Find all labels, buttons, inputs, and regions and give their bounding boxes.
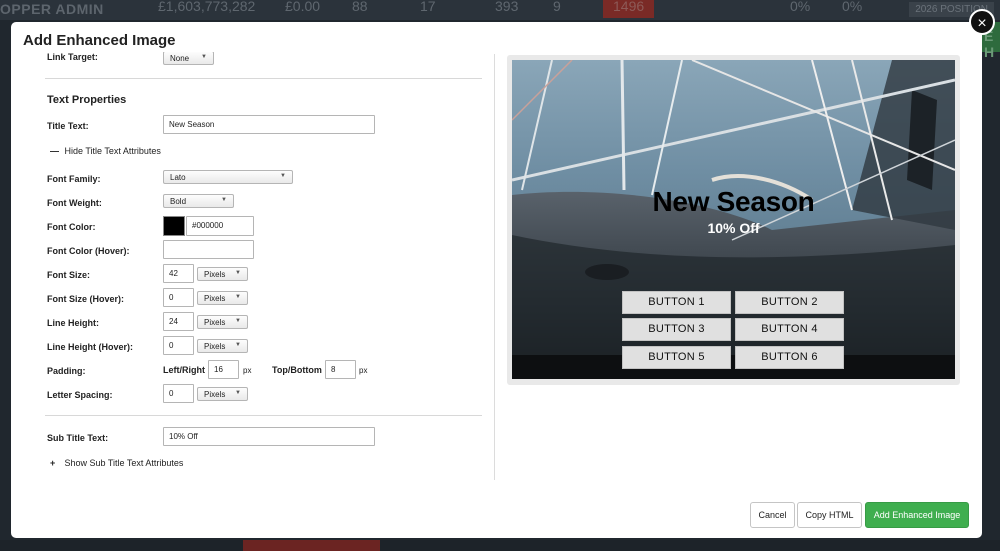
preview-button-6[interactable]: BUTTON 6 bbox=[735, 346, 844, 369]
font-weight-label: Font Weight: bbox=[47, 198, 102, 208]
brand-name: OPPER ADMIN bbox=[0, 1, 104, 17]
font-family-label: Font Family: bbox=[47, 174, 101, 184]
letter-spacing-label: Letter Spacing: bbox=[47, 390, 113, 400]
padding-top-bottom-label: Top/Bottom bbox=[272, 365, 322, 375]
text-properties-title: Text Properties bbox=[47, 94, 127, 106]
stat-value: 88 bbox=[352, 0, 368, 14]
link-target-value: None bbox=[170, 54, 190, 63]
chevron-down-icon: ▼ bbox=[235, 318, 241, 324]
preview-button-5[interactable]: BUTTON 5 bbox=[622, 346, 731, 369]
preview-button-4[interactable]: BUTTON 4 bbox=[735, 318, 844, 341]
line-height-hover-input[interactable]: 0 bbox=[163, 336, 194, 355]
padding-label: Padding: bbox=[47, 366, 86, 376]
add-enhanced-image-modal: Add Enhanced Image Link Target: None ▼ T… bbox=[11, 22, 982, 538]
stat-value: 0% bbox=[842, 0, 863, 14]
preview-button-3[interactable]: BUTTON 3 bbox=[622, 318, 731, 341]
stat-value: £1,603,773,282 bbox=[158, 0, 256, 14]
letter-spacing-input[interactable]: 0 bbox=[163, 384, 194, 403]
stat-value-alert: 1496 bbox=[603, 0, 655, 18]
sub-title-text-input[interactable]: 10% Off bbox=[163, 427, 375, 446]
preview-subtitle: 10% Off bbox=[707, 220, 760, 236]
background-red-bar bbox=[243, 540, 380, 551]
minus-icon: — bbox=[50, 146, 59, 156]
line-height-hover-unit-select[interactable]: Pixels ▼ bbox=[197, 339, 248, 353]
unit-value: Pixels bbox=[204, 294, 226, 303]
close-icon[interactable]: × bbox=[969, 9, 995, 35]
chevron-down-icon: ▼ bbox=[221, 197, 227, 203]
sub-title-text-label: Sub Title Text: bbox=[47, 433, 109, 443]
padding-left-right-input[interactable]: 16 bbox=[208, 360, 239, 379]
chevron-down-icon: ▼ bbox=[280, 173, 286, 179]
copy-html-button[interactable]: Copy HTML bbox=[797, 502, 862, 528]
add-enhanced-image-button[interactable]: Add Enhanced Image bbox=[865, 502, 969, 528]
stat-value: 9 bbox=[553, 0, 561, 14]
letter-spacing-unit-select[interactable]: Pixels ▼ bbox=[197, 387, 248, 401]
column-divider bbox=[494, 54, 495, 480]
divider bbox=[45, 415, 482, 416]
preview-button-2[interactable]: BUTTON 2 bbox=[735, 291, 844, 314]
font-family-select[interactable]: Lato ▼ bbox=[163, 170, 293, 184]
unit-value: Pixels bbox=[204, 318, 226, 327]
cancel-button[interactable]: Cancel bbox=[750, 502, 795, 528]
preview-panel: New Season 10% Off BUTTON 1 BUTTON 2 BUT… bbox=[507, 55, 960, 385]
chevron-down-icon: ▼ bbox=[235, 270, 241, 276]
line-height-unit-select[interactable]: Pixels ▼ bbox=[197, 315, 248, 329]
preview-button-1[interactable]: BUTTON 1 bbox=[622, 291, 731, 314]
unit-value: Pixels bbox=[204, 270, 226, 279]
font-family-value: Lato bbox=[170, 173, 186, 182]
font-color-input[interactable]: #000000 bbox=[186, 216, 254, 236]
title-text-label: Title Text: bbox=[47, 121, 89, 131]
font-color-hover-label: Font Color (Hover): bbox=[47, 246, 130, 256]
plus-icon: + bbox=[50, 458, 56, 468]
font-weight-value: Bold bbox=[170, 197, 187, 206]
stat-value: £0.00 bbox=[285, 0, 321, 14]
show-sub-title-attributes-toggle[interactable]: + Show Sub Title Text Attributes bbox=[50, 458, 183, 468]
link-target-select[interactable]: None ▼ bbox=[163, 52, 214, 65]
padding-unit: px bbox=[243, 366, 252, 375]
line-height-label: Line Height: bbox=[47, 318, 99, 328]
font-size-hover-unit-select[interactable]: Pixels ▼ bbox=[197, 291, 248, 305]
stat-value: 393 bbox=[495, 0, 519, 14]
unit-value: Pixels bbox=[204, 390, 226, 399]
stat-value: 0% bbox=[790, 0, 811, 14]
background-header: OPPER ADMIN £1,603,773,282 £0.00 88 17 3… bbox=[0, 0, 1000, 20]
hide-title-attributes-toggle[interactable]: — Hide Title Text Attributes bbox=[50, 146, 161, 156]
chevron-down-icon: ▼ bbox=[235, 294, 241, 300]
font-size-input[interactable]: 42 bbox=[163, 264, 194, 283]
color-swatch[interactable] bbox=[163, 216, 185, 236]
padding-top-bottom-input[interactable]: 8 bbox=[325, 360, 356, 379]
title-text-input[interactable]: New Season bbox=[163, 115, 375, 134]
chevron-down-icon: ▼ bbox=[235, 390, 241, 396]
font-color-hover-input[interactable] bbox=[163, 240, 254, 259]
link-target-label: Link Target: bbox=[47, 52, 98, 62]
chevron-down-icon: ▼ bbox=[235, 342, 241, 348]
font-size-hover-label: Font Size (Hover): bbox=[47, 294, 125, 304]
unit-value: Pixels bbox=[204, 342, 226, 351]
modal-title: Add Enhanced Image bbox=[23, 32, 176, 49]
chevron-down-icon: ▼ bbox=[201, 54, 207, 60]
font-size-hover-input[interactable]: 0 bbox=[163, 288, 194, 307]
padding-unit: px bbox=[359, 366, 368, 375]
form-panel[interactable]: Link Target: None ▼ Text Properties Titl… bbox=[11, 52, 493, 502]
line-height-hover-label: Line Height (Hover): bbox=[47, 342, 134, 352]
font-color-label: Font Color: bbox=[47, 222, 96, 232]
font-size-label: Font Size: bbox=[47, 270, 90, 280]
stat-value: 17 bbox=[420, 0, 436, 14]
preview-image: New Season 10% Off BUTTON 1 BUTTON 2 BUT… bbox=[512, 60, 955, 379]
padding-left-right-label: Left/Right bbox=[163, 365, 205, 375]
toggle-label: Hide Title Text Attributes bbox=[64, 146, 161, 156]
line-height-input[interactable]: 24 bbox=[163, 312, 194, 331]
background-footer bbox=[0, 540, 1000, 551]
font-size-unit-select[interactable]: Pixels ▼ bbox=[197, 267, 248, 281]
preview-title: New Season bbox=[652, 186, 815, 217]
toggle-label: Show Sub Title Text Attributes bbox=[64, 458, 184, 468]
font-weight-select[interactable]: Bold ▼ bbox=[163, 194, 234, 208]
divider bbox=[45, 78, 482, 79]
